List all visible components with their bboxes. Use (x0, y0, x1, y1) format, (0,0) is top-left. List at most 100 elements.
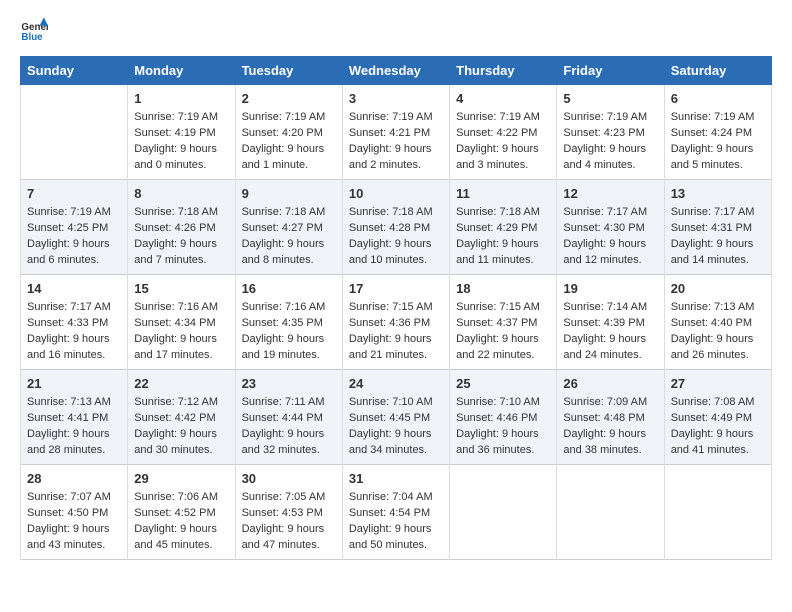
day-info: Sunrise: 7:13 AMSunset: 4:40 PMDaylight:… (671, 301, 755, 361)
day-number: 1 (134, 90, 228, 108)
calendar-cell: 29 Sunrise: 7:06 AMSunset: 4:52 PMDayligh… (128, 464, 235, 559)
day-info: Sunrise: 7:18 AMSunset: 4:28 PMDaylight:… (349, 206, 433, 266)
column-header-tuesday: Tuesday (235, 57, 342, 85)
day-info: Sunrise: 7:11 AMSunset: 4:44 PMDaylight:… (242, 396, 325, 456)
day-number: 28 (27, 470, 121, 488)
calendar-cell: 17Sunrise: 7:15 AMSunset: 4:36 PMDayligh… (342, 274, 449, 369)
column-header-monday: Monday (128, 57, 235, 85)
day-number: 6 (671, 90, 765, 108)
column-header-saturday: Saturday (664, 57, 771, 85)
calendar-cell: 24 Sunrise: 7:10 AMSunset: 4:45 PMDayligh… (342, 369, 449, 464)
day-info: Sunrise: 7:09 AMSunset: 4:48 PMDaylight:… (563, 396, 647, 456)
calendar-cell: 7 Sunrise: 7:19 AMSunset: 4:25 PMDaylight… (21, 179, 128, 274)
day-number: 3 (349, 90, 443, 108)
day-info: Sunrise: 7:16 AMSunset: 4:34 PMDaylight:… (134, 301, 218, 361)
day-info: Sunrise: 7:16 AMSunset: 4:35 PMDaylight:… (242, 301, 326, 361)
week-row-5: 28Sunrise: 7:07 AMSunset: 4:50 PMDayligh… (21, 464, 772, 559)
calendar-cell: 13 Sunrise: 7:17 AMSunset: 4:31 PMDayligh… (664, 179, 771, 274)
day-number: 18 (456, 280, 550, 298)
calendar-cell: 30 Sunrise: 7:05 AMSunset: 4:53 PMDayligh… (235, 464, 342, 559)
calendar-cell: 31 Sunrise: 7:04 AMSunset: 4:54 PMDayligh… (342, 464, 449, 559)
day-number: 10 (349, 185, 443, 203)
day-number: 29 (134, 470, 228, 488)
calendar-cell: 15 Sunrise: 7:16 AMSunset: 4:34 PMDayligh… (128, 274, 235, 369)
calendar-cell: 20 Sunrise: 7:13 AMSunset: 4:40 PMDayligh… (664, 274, 771, 369)
day-info: Sunrise: 7:18 AMSunset: 4:29 PMDaylight:… (456, 206, 540, 266)
column-header-sunday: Sunday (21, 57, 128, 85)
day-info: Sunrise: 7:19 AMSunset: 4:21 PMDaylight:… (349, 111, 433, 171)
day-info: Sunrise: 7:18 AMSunset: 4:26 PMDaylight:… (134, 206, 218, 266)
day-number: 19 (563, 280, 657, 298)
calendar-cell: 14 Sunrise: 7:17 AMSunset: 4:33 PMDayligh… (21, 274, 128, 369)
header-row: SundayMondayTuesdayWednesdayThursdayFrid… (21, 57, 772, 85)
day-info: Sunrise: 7:05 AMSunset: 4:53 PMDaylight:… (242, 491, 326, 551)
calendar-cell: 9Sunrise: 7:18 AMSunset: 4:27 PMDaylight… (235, 179, 342, 274)
day-number: 25 (456, 375, 550, 393)
calendar-cell: 27 Sunrise: 7:08 AMSunset: 4:49 PMDayligh… (664, 369, 771, 464)
day-info: Sunrise: 7:04 AMSunset: 4:54 PMDaylight:… (349, 491, 433, 551)
day-info: Sunrise: 7:06 AMSunset: 4:52 PMDaylight:… (134, 491, 218, 551)
day-info: Sunrise: 7:19 AMSunset: 4:23 PMDaylight:… (563, 111, 647, 171)
calendar-cell: 28Sunrise: 7:07 AMSunset: 4:50 PMDayligh… (21, 464, 128, 559)
day-number: 15 (134, 280, 228, 298)
day-info: Sunrise: 7:10 AMSunset: 4:45 PMDaylight:… (349, 396, 433, 456)
day-number: 14 (27, 280, 121, 298)
week-row-3: 14 Sunrise: 7:17 AMSunset: 4:33 PMDayligh… (21, 274, 772, 369)
calendar-cell (450, 464, 557, 559)
calendar-cell: 6Sunrise: 7:19 AMSunset: 4:24 PMDaylight… (664, 85, 771, 180)
calendar-cell: 26 Sunrise: 7:09 AMSunset: 4:48 PMDayligh… (557, 369, 664, 464)
column-header-thursday: Thursday (450, 57, 557, 85)
day-number: 21 (27, 375, 121, 393)
calendar-cell: 11 Sunrise: 7:18 AMSunset: 4:29 PMDayligh… (450, 179, 557, 274)
day-info: Sunrise: 7:14 AMSunset: 4:39 PMDaylight:… (563, 301, 647, 361)
day-number: 12 (563, 185, 657, 203)
day-info: Sunrise: 7:19 AMSunset: 4:19 PMDaylight:… (134, 111, 218, 171)
svg-text:Blue: Blue (21, 32, 43, 43)
calendar-cell: 8 Sunrise: 7:18 AMSunset: 4:26 PMDaylight… (128, 179, 235, 274)
day-number: 27 (671, 375, 765, 393)
day-number: 13 (671, 185, 765, 203)
week-row-1: 1 Sunrise: 7:19 AMSunset: 4:19 PMDaylight… (21, 85, 772, 180)
day-info: Sunrise: 7:18 AMSunset: 4:27 PMDaylight:… (242, 206, 326, 266)
day-number: 7 (27, 185, 121, 203)
calendar-cell: 2 Sunrise: 7:19 AMSunset: 4:20 PMDaylight… (235, 85, 342, 180)
calendar-cell: 12 Sunrise: 7:17 AMSunset: 4:30 PMDayligh… (557, 179, 664, 274)
page-header: General Blue (20, 16, 772, 44)
day-number: 2 (242, 90, 336, 108)
day-info: Sunrise: 7:08 AMSunset: 4:49 PMDaylight:… (671, 396, 755, 456)
column-header-friday: Friday (557, 57, 664, 85)
day-number: 30 (242, 470, 336, 488)
day-number: 20 (671, 280, 765, 298)
calendar-cell: 16 Sunrise: 7:16 AMSunset: 4:35 PMDayligh… (235, 274, 342, 369)
calendar-cell: 4Sunrise: 7:19 AMSunset: 4:22 PMDaylight… (450, 85, 557, 180)
week-row-2: 7 Sunrise: 7:19 AMSunset: 4:25 PMDaylight… (21, 179, 772, 274)
day-number: 22 (134, 375, 228, 393)
day-number: 11 (456, 185, 550, 203)
day-info: Sunrise: 7:19 AMSunset: 4:22 PMDaylight:… (456, 111, 540, 171)
day-info: Sunrise: 7:17 AMSunset: 4:31 PMDaylight:… (671, 206, 755, 266)
day-number: 23 (242, 375, 336, 393)
day-info: Sunrise: 7:19 AMSunset: 4:25 PMDaylight:… (27, 206, 111, 266)
day-info: Sunrise: 7:17 AMSunset: 4:30 PMDaylight:… (563, 206, 647, 266)
week-row-4: 21Sunrise: 7:13 AMSunset: 4:41 PMDayligh… (21, 369, 772, 464)
day-number: 17 (349, 280, 443, 298)
logo: General Blue (20, 16, 48, 44)
calendar-cell: 10 Sunrise: 7:18 AMSunset: 4:28 PMDayligh… (342, 179, 449, 274)
day-number: 24 (349, 375, 443, 393)
day-info: Sunrise: 7:17 AMSunset: 4:33 PMDaylight:… (27, 301, 111, 361)
day-number: 8 (134, 185, 228, 203)
day-info: Sunrise: 7:15 AMSunset: 4:37 PMDaylight:… (456, 301, 540, 361)
calendar-cell: 1 Sunrise: 7:19 AMSunset: 4:19 PMDaylight… (128, 85, 235, 180)
day-number: 31 (349, 470, 443, 488)
calendar-cell: 21Sunrise: 7:13 AMSunset: 4:41 PMDayligh… (21, 369, 128, 464)
day-info: Sunrise: 7:10 AMSunset: 4:46 PMDaylight:… (456, 396, 540, 456)
calendar-cell: 3 Sunrise: 7:19 AMSunset: 4:21 PMDaylight… (342, 85, 449, 180)
day-number: 5 (563, 90, 657, 108)
day-number: 26 (563, 375, 657, 393)
calendar-cell: 18 Sunrise: 7:15 AMSunset: 4:37 PMDayligh… (450, 274, 557, 369)
day-info: Sunrise: 7:19 AMSunset: 4:20 PMDaylight:… (242, 111, 326, 171)
calendar-cell (664, 464, 771, 559)
day-number: 16 (242, 280, 336, 298)
day-info: Sunrise: 7:12 AMSunset: 4:42 PMDaylight:… (134, 396, 218, 456)
calendar-cell: 25 Sunrise: 7:10 AMSunset: 4:46 PMDayligh… (450, 369, 557, 464)
